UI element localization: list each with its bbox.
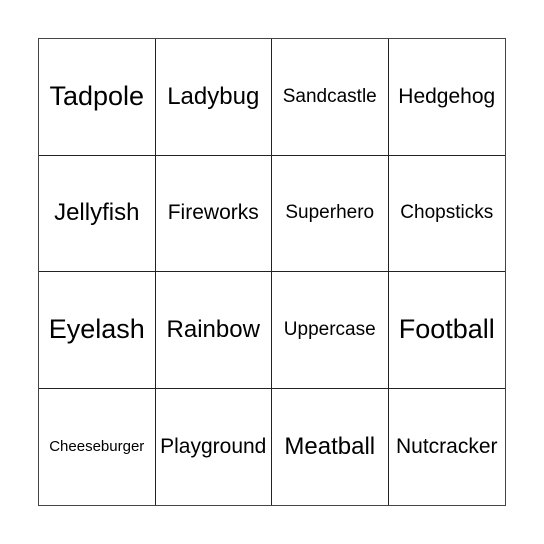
bingo-cell[interactable]: Chopsticks — [388, 156, 505, 272]
bingo-cell[interactable]: Tadpole — [39, 39, 156, 156]
bingo-cell[interactable]: Uppercase — [272, 272, 389, 389]
bingo-cell[interactable]: Sandcastle — [272, 39, 389, 156]
bingo-cell[interactable]: Superhero — [272, 155, 389, 272]
bingo-cell[interactable]: Playground — [156, 388, 272, 505]
bingo-cell[interactable]: Cheeseburger — [39, 388, 156, 505]
bingo-cell[interactable]: Meatball — [272, 388, 389, 505]
bingo-cell[interactable]: Rainbow — [155, 272, 272, 389]
bingo-cell[interactable]: Fireworks — [155, 155, 272, 272]
bingo-cell[interactable]: Eyelash — [39, 272, 156, 389]
bingo-cell[interactable]: Hedgehog — [388, 39, 505, 156]
bingo-cell[interactable]: Jellyfish — [39, 155, 156, 272]
bingo-card: Tadpole Ladybug Sandcastle Hedgehog Jell… — [38, 38, 506, 506]
bingo-cell[interactable]: Nutcracker — [389, 389, 506, 506]
bingo-cell[interactable]: Football — [388, 272, 505, 389]
bingo-cell[interactable]: Ladybug — [155, 39, 272, 156]
